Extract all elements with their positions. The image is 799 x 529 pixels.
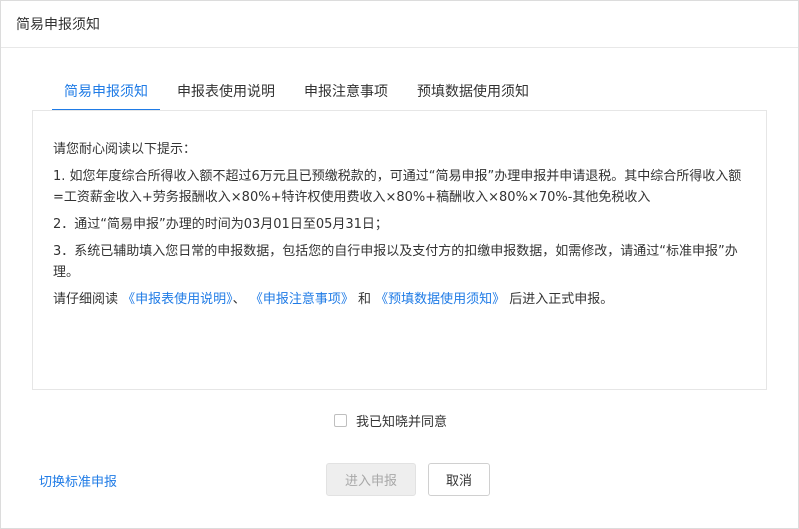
form-instructions-link[interactable]: 《申报表使用说明》	[122, 292, 233, 307]
notice-heading: 请您耐心阅读以下提示：	[53, 142, 197, 157]
notice-content-panel: 请您耐心阅读以下提示： 1. 如您年度综合所得收入额不超过6万元且已预缴税款的，…	[32, 110, 767, 390]
read-notice-line: 请仔细阅读 《申报表使用说明》、 《申报注意事项》 和 《预填数据使用须知》 后…	[53, 289, 746, 310]
switch-standard-filing-link[interactable]: 切换标准申报	[39, 471, 117, 490]
enter-filing-button[interactable]: 进入申报	[326, 463, 416, 496]
tab-filing-notes[interactable]: 申报注意事项	[292, 73, 400, 111]
notice-dialog: 简易申报须知 简易申报须知 申报表使用说明 申报注意事项 预填数据使用须知 请您…	[0, 0, 799, 529]
separator-comma: 、	[232, 292, 246, 307]
agree-label: 我已知晓并同意	[356, 415, 448, 430]
notice-item-1: 1. 如您年度综合所得收入额不超过6万元且已预缴税款的，可通过“简易申报”办理申…	[53, 169, 742, 205]
dialog-title: 简易申报须知	[16, 17, 100, 33]
tab-form-instructions[interactable]: 申报表使用说明	[165, 73, 287, 111]
notice-item-3: 3．系统已辅助填入您日常的申报数据，包括您的自行申报以及支付方的扣缴申报数据，如…	[53, 244, 738, 280]
read-prefix: 请仔细阅读	[53, 292, 119, 307]
filing-notes-link[interactable]: 《申报注意事项》	[250, 292, 354, 307]
tab-prefill-notice[interactable]: 预填数据使用须知	[405, 73, 541, 111]
separator-and: 和	[357, 292, 371, 307]
dialog-titlebar: 简易申报须知	[1, 1, 798, 48]
read-suffix: 后进入正式申报。	[509, 292, 614, 307]
agree-checkbox-row[interactable]: 我已知晓并同意	[334, 411, 447, 430]
notice-item-2: 2．通过“简易申报”办理的时间为03月01日至05月31日；	[53, 217, 388, 232]
prefill-notice-link[interactable]: 《预填数据使用须知》	[375, 292, 505, 307]
tab-simple-notice[interactable]: 简易申报须知	[52, 73, 160, 111]
cancel-button[interactable]: 取消	[428, 463, 490, 496]
agree-checkbox[interactable]	[334, 414, 347, 427]
tab-bar: 简易申报须知 申报表使用说明 申报注意事项 预填数据使用须知	[52, 73, 541, 111]
